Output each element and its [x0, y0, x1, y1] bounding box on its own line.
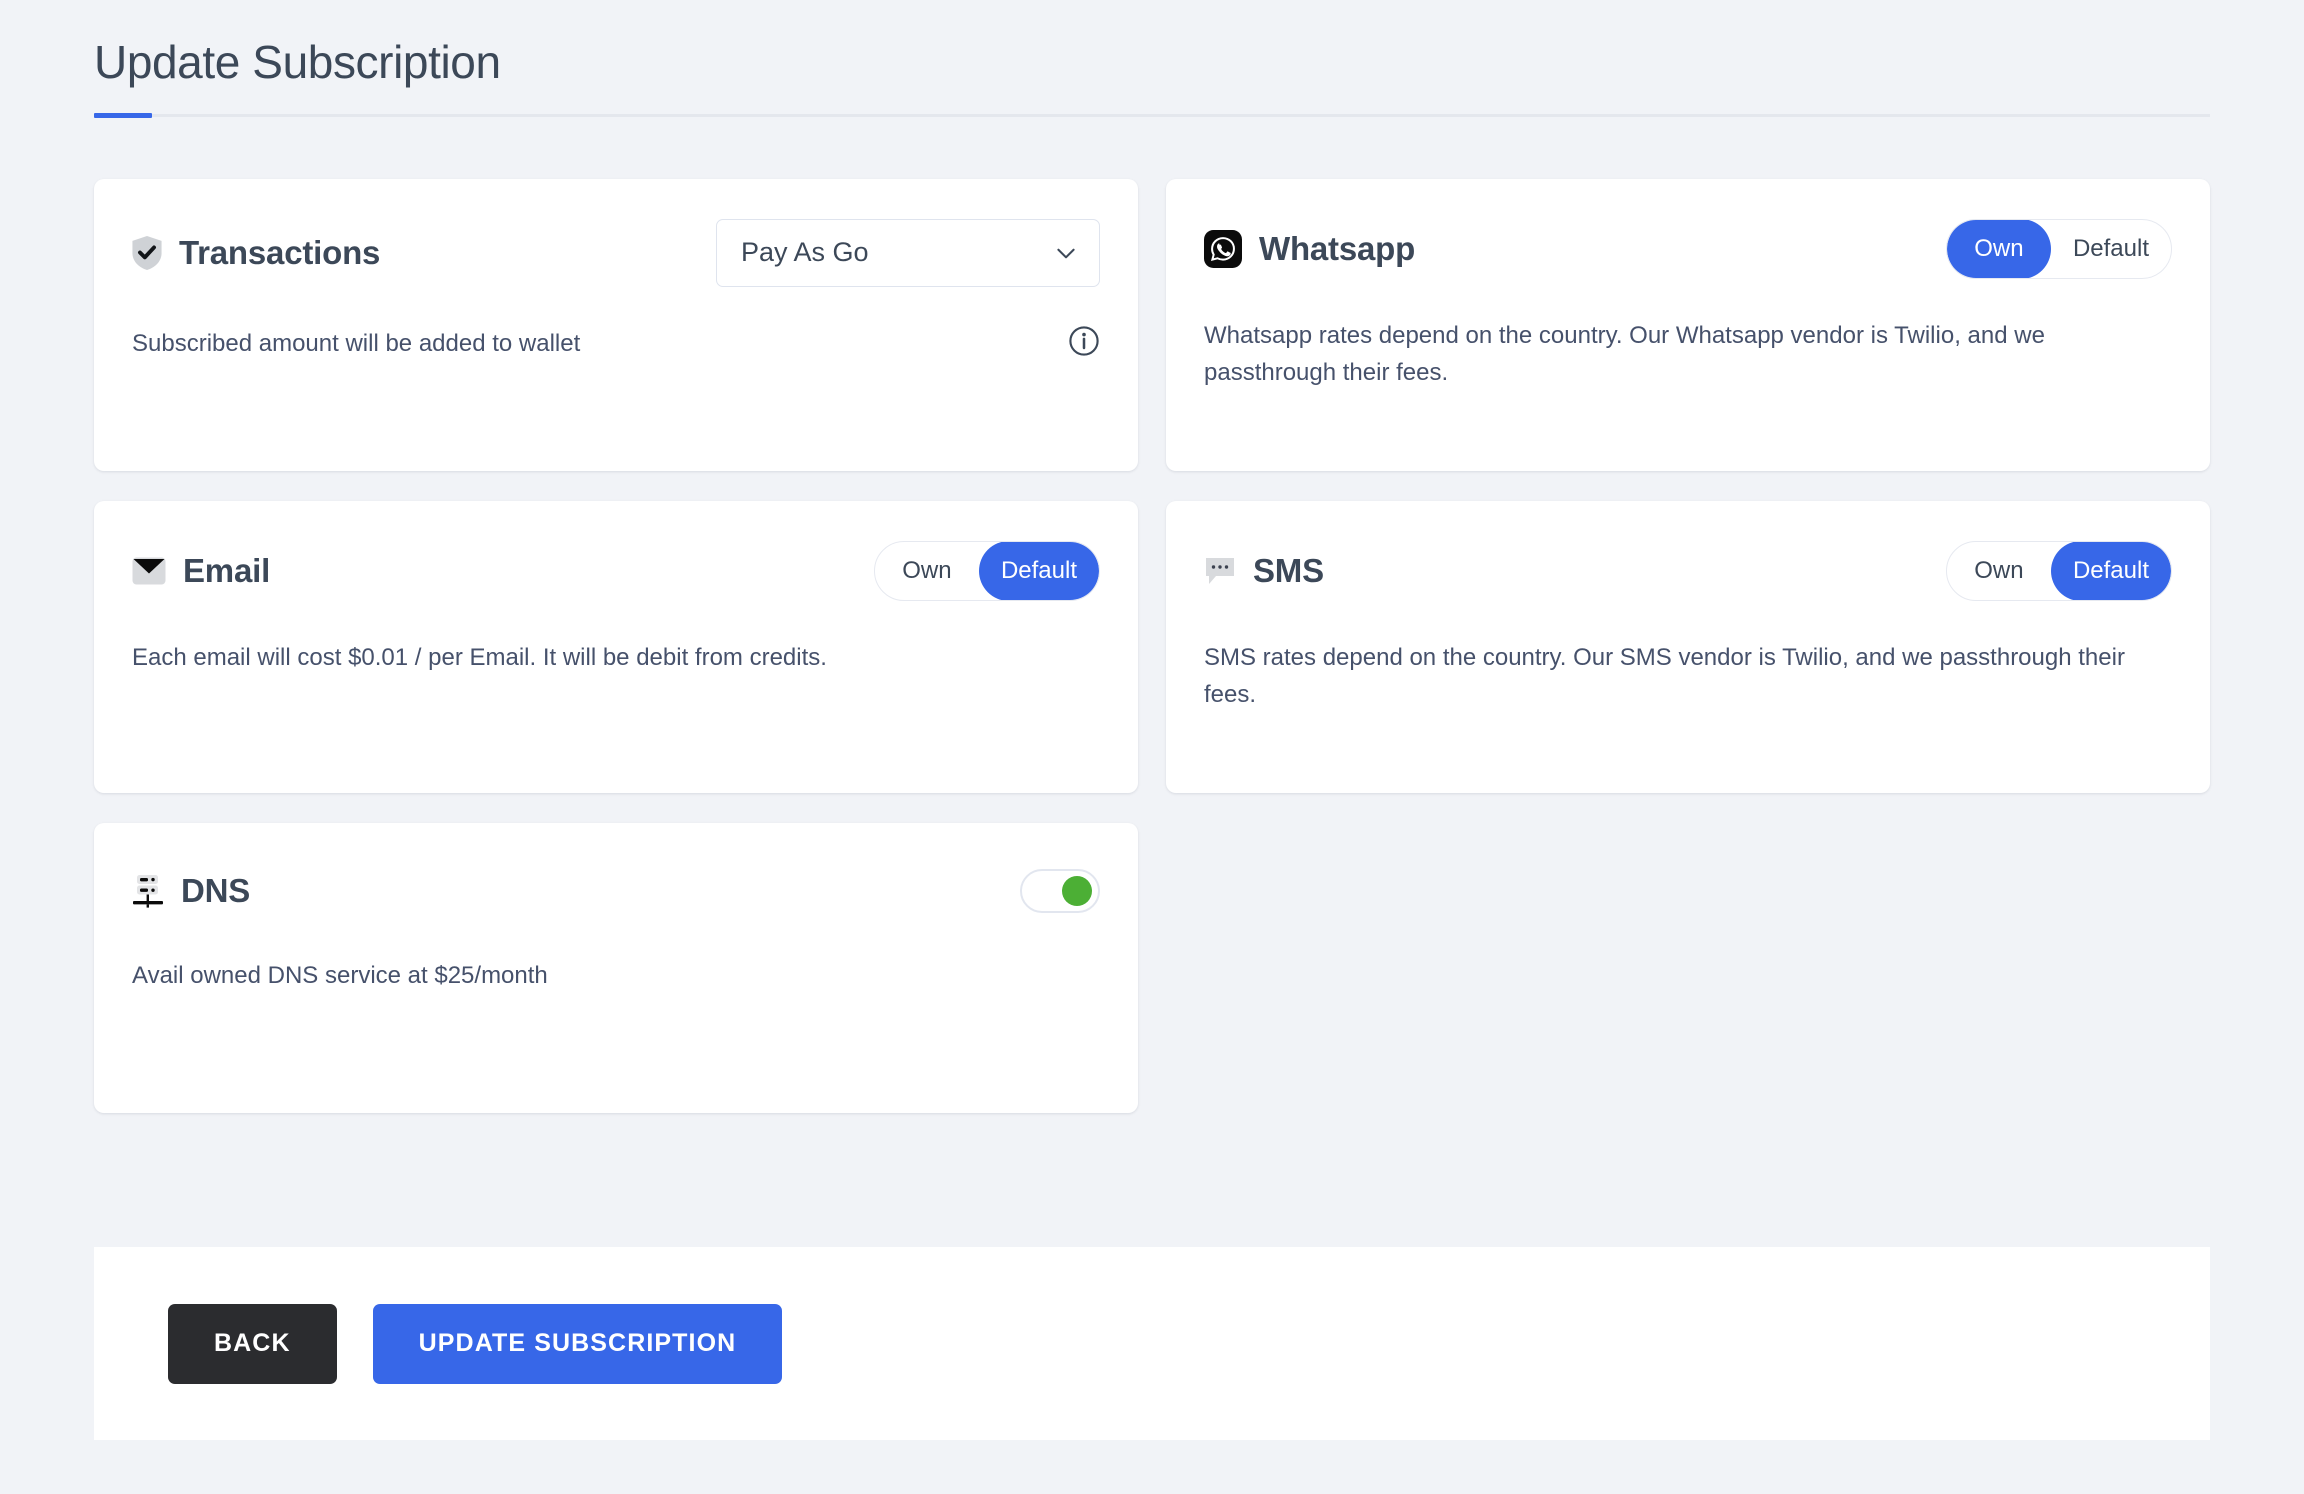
back-button[interactable]: BACK	[168, 1303, 337, 1384]
whatsapp-option-default[interactable]: Default	[2051, 220, 2171, 278]
server-network-icon	[132, 874, 164, 908]
card-whatsapp-description: Whatsapp rates depend on the country. Ou…	[1204, 321, 2045, 386]
dns-toggle-knob	[1062, 875, 1092, 906]
card-sms-description: SMS rates depend on the country. Our SMS…	[1204, 643, 2125, 708]
plan-select[interactable]: Pay As Go	[716, 218, 1100, 287]
card-sms-title: SMS	[1253, 552, 1324, 589]
envelope-icon	[132, 557, 166, 585]
card-dns-header: DNS	[132, 863, 1100, 919]
card-transactions-header: Transactions Pay As Go	[132, 218, 1100, 287]
card-sms-header: SMS Own Default	[1204, 540, 2172, 601]
sms-option-own[interactable]: Own	[1947, 542, 2051, 600]
title-underline	[94, 112, 2210, 118]
card-email-header: Email Own Default	[132, 540, 1100, 601]
card-sms-body: SMS rates depend on the country. Our SMS…	[1204, 639, 2172, 713]
card-whatsapp-title: Whatsapp	[1259, 230, 1416, 267]
card-dns-description: Avail owned DNS service at $25/month	[132, 961, 548, 989]
whatsapp-vendor-toggle: Own Default	[1945, 218, 2172, 279]
card-whatsapp-title-group: Whatsapp	[1204, 229, 1416, 268]
card-transactions: Transactions Pay As Go Subscribed amount…	[94, 178, 1138, 471]
card-whatsapp-header: Whatsapp Own Default	[1204, 218, 2172, 279]
card-sms-title-group: SMS	[1204, 554, 1324, 587]
sms-option-default[interactable]: Default	[2050, 541, 2171, 600]
sms-vendor-toggle: Own Default	[1945, 540, 2172, 601]
page-header: Update Subscription	[0, 0, 2304, 118]
email-vendor-toggle: Own Default	[873, 540, 1100, 601]
email-option-own[interactable]: Own	[875, 542, 979, 600]
card-dns: DNS Avail owned DNS service at $25/month	[94, 822, 1138, 1113]
whatsapp-option-own[interactable]: Own	[1946, 219, 2051, 278]
subscription-cards-grid: Transactions Pay As Go Subscribed amount…	[0, 178, 2304, 1113]
card-whatsapp: Whatsapp Own Default Whatsapp rates depe…	[1166, 178, 2210, 471]
card-email: Email Own Default Each email will cost $…	[94, 500, 1138, 793]
card-sms: SMS Own Default SMS rates depend on the …	[1166, 500, 2210, 793]
whatsapp-icon	[1204, 229, 1242, 268]
card-transactions-body: Subscribed amount will be added to walle…	[132, 325, 1100, 362]
card-email-description: Each email will cost $0.01 / per Email. …	[132, 643, 827, 671]
card-email-title: Email	[183, 552, 271, 589]
card-transactions-title: Transactions	[179, 234, 381, 271]
card-email-body: Each email will cost $0.01 / per Email. …	[132, 639, 1100, 676]
dns-toggle-switch[interactable]	[1020, 868, 1100, 913]
plan-select-value: Pay As Go	[741, 237, 869, 267]
card-dns-title: DNS	[181, 872, 251, 909]
email-option-default[interactable]: Default	[978, 541, 1099, 600]
page-title: Update Subscription	[94, 36, 501, 88]
plan-select-wrapper: Pay As Go	[716, 218, 1100, 287]
chat-bubble-icon	[1204, 556, 1236, 586]
card-transactions-title-group: Transactions	[132, 234, 381, 271]
update-subscription-button[interactable]: UPDATE SUBSCRIPTION	[372, 1303, 783, 1384]
card-whatsapp-body: Whatsapp rates depend on the country. Ou…	[1204, 317, 2172, 391]
card-email-title-group: Email	[132, 554, 270, 587]
card-dns-body: Avail owned DNS service at $25/month	[132, 957, 1100, 994]
update-subscription-page: Update Subscription Transactions Pay As …	[0, 0, 2304, 1494]
card-dns-title-group: DNS	[132, 874, 250, 908]
shield-check-icon	[132, 235, 162, 270]
card-transactions-description: Subscribed amount will be added to walle…	[132, 329, 581, 357]
action-bar: BACK UPDATE SUBSCRIPTION	[94, 1247, 2210, 1440]
chevron-down-icon	[1053, 240, 1079, 266]
info-circle-icon[interactable]	[1068, 325, 1100, 357]
